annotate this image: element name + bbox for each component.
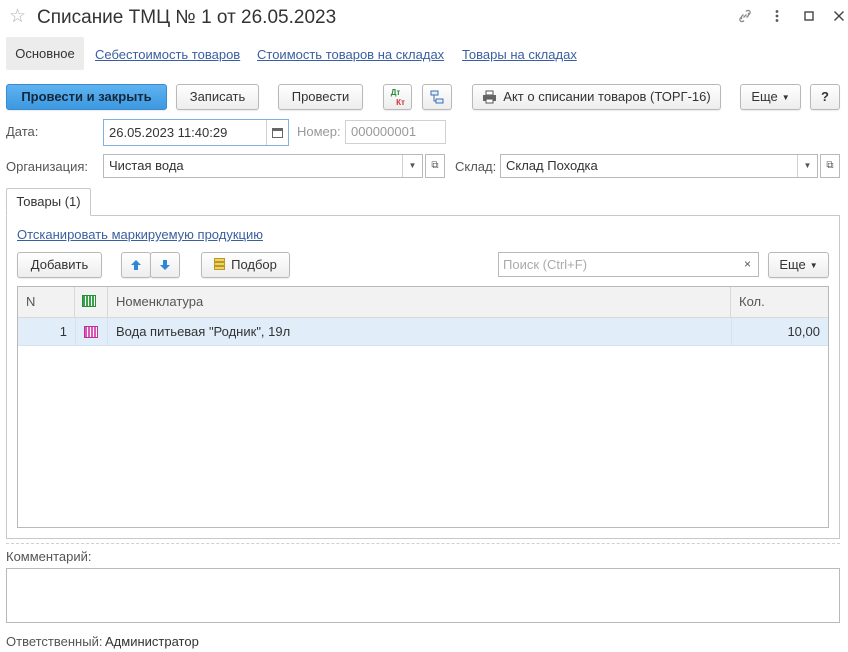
warehouse-value: Склад Походка [506, 158, 598, 173]
add-button[interactable]: Добавить [17, 252, 102, 278]
chevron-down-icon[interactable]: ▼ [402, 155, 422, 177]
warehouse-label: Склад: [455, 159, 497, 174]
search-input[interactable]: Поиск (Ctrl+F) [498, 252, 738, 277]
organization-label: Организация: [6, 159, 89, 174]
post-button[interactable]: Провести [278, 84, 363, 110]
close-icon[interactable] [830, 8, 848, 26]
number-label: Номер: [297, 124, 341, 139]
row-qty: 10,00 [731, 318, 820, 346]
row-n: 1 [59, 324, 67, 339]
warehouse-field[interactable]: Склад Походка ▼ [500, 154, 818, 178]
table-header: N Номенклатура Кол. [18, 287, 828, 318]
divider [6, 543, 840, 544]
link-icon[interactable] [736, 8, 754, 26]
help-button[interactable]: ? [810, 84, 840, 110]
chevron-down-icon: ▼ [809, 261, 818, 270]
number-field[interactable]: 000000001 [345, 120, 446, 144]
maximize-icon[interactable] [800, 8, 818, 26]
date-value: 26.05.2023 11:40:29 [109, 125, 228, 140]
printer-icon [482, 88, 497, 112]
table-row[interactable]: 1 Вода питьевая "Родник", 19л 10,00 [18, 318, 828, 346]
move-up-icon[interactable] [121, 252, 151, 278]
column-marking[interactable] [75, 287, 108, 317]
marking-icon [84, 326, 98, 338]
more-label: Еще [751, 89, 778, 104]
row-marking [75, 318, 108, 346]
organization-field[interactable]: Чистая вода ▼ [103, 154, 423, 178]
tab-goods-in-warehouses[interactable]: Товары на складах [462, 47, 577, 63]
structure-icon[interactable] [422, 84, 452, 110]
goods-more-button[interactable]: Еще ▼ [768, 252, 829, 278]
tab-main[interactable]: Основное [6, 37, 84, 70]
chevron-down-icon[interactable]: ▼ [797, 155, 817, 177]
window-title: Списание ТМЦ № 1 от 26.05.2023 [37, 7, 337, 28]
comment-label: Комментарий: [6, 549, 92, 564]
organization-value: Чистая вода [109, 158, 184, 173]
column-qty[interactable]: Кол. [731, 287, 828, 317]
clear-icon[interactable]: × [737, 252, 759, 277]
responsible-value[interactable]: Администратор [105, 634, 199, 650]
pick-button[interactable]: Подбор [201, 252, 290, 278]
post-and-close-button[interactable]: Провести и закрыть [6, 84, 167, 110]
chevron-down-icon: ▼ [781, 93, 790, 102]
calendar-icon[interactable] [266, 120, 288, 145]
row-nomenclature: Вода питьевая "Родник", 19л [116, 324, 291, 339]
star-icon[interactable]: ☆ [9, 7, 26, 27]
date-label: Дата: [6, 124, 39, 139]
save-button[interactable]: Записать [176, 84, 259, 110]
dt-kt-icon[interactable]: Дт Кт [383, 84, 412, 110]
print-act-button[interactable]: Акт о списании товаров (ТОРГ-16) [472, 84, 721, 110]
goods-table[interactable]: N Номенклатура Кол. 1 Вода питьевая "Род… [17, 286, 829, 528]
responsible-label: Ответственный: [6, 634, 103, 649]
comment-field[interactable] [6, 568, 840, 623]
tab-goods[interactable]: Товары (1) [6, 188, 91, 216]
column-n[interactable]: N [18, 287, 75, 317]
print-act-label: Акт о списании товаров (ТОРГ-16) [503, 89, 711, 104]
more-button[interactable]: Еще ▼ [740, 84, 801, 110]
scan-marked-products-link[interactable]: Отсканировать маркируемую продукцию [17, 227, 263, 243]
pick-icon [214, 255, 226, 279]
date-field[interactable]: 26.05.2023 11:40:29 [103, 119, 289, 146]
dt-label: Дт [390, 88, 401, 97]
kt-label: Кт [396, 98, 405, 107]
marking-icon [82, 295, 96, 307]
open-icon[interactable]: ⧉ [425, 154, 445, 178]
open-icon[interactable]: ⧉ [820, 154, 840, 178]
move-down-icon[interactable] [150, 252, 180, 278]
column-nomenclature[interactable]: Номенклатура [108, 287, 731, 317]
more-vertical-icon[interactable] [768, 8, 786, 26]
goods-more-label: Еще [779, 257, 806, 272]
pick-label: Подбор [231, 257, 277, 272]
tab-goods-cost-warehouses[interactable]: Стоимость товаров на складах [257, 47, 444, 63]
tab-cost-of-goods[interactable]: Себестоимость товаров [95, 47, 240, 63]
